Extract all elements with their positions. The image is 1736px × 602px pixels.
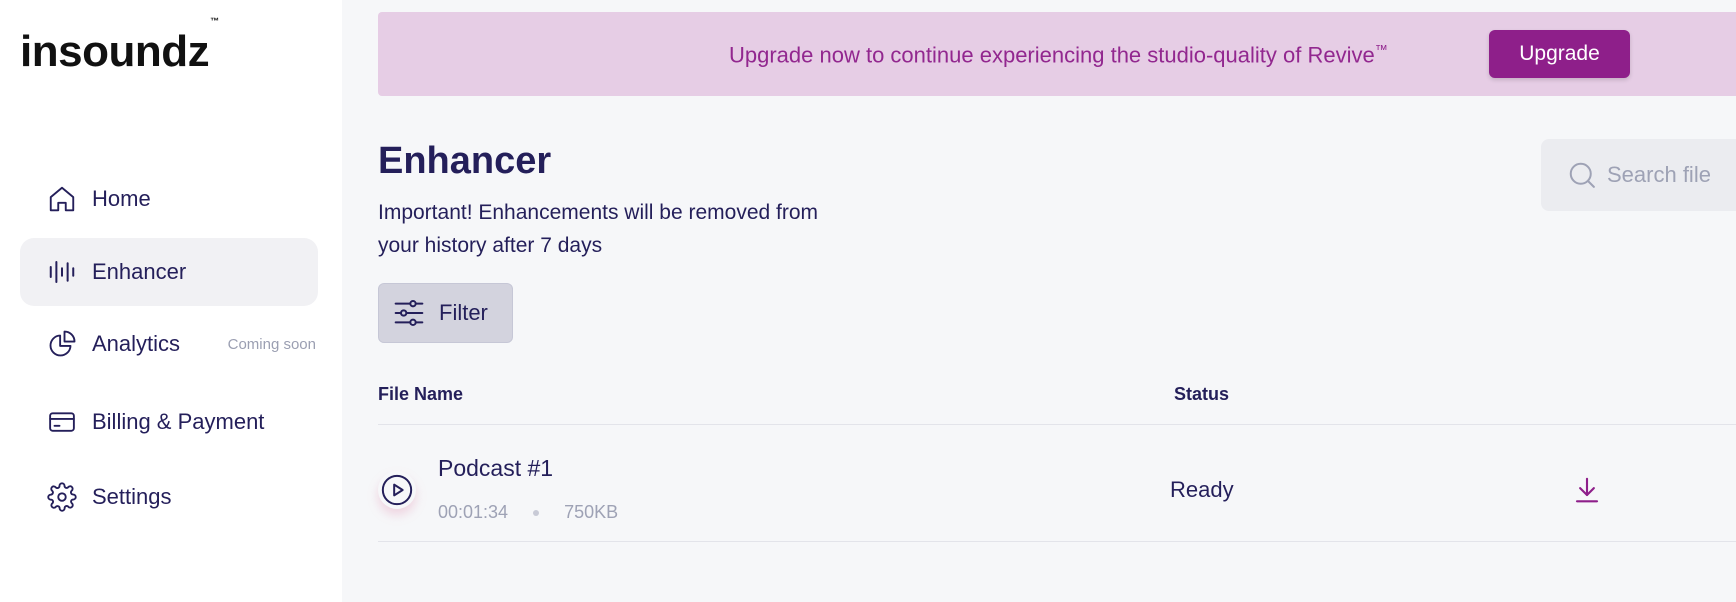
sidebar-item-label: Enhancer [92,259,187,284]
sidebar-item-billing[interactable]: Billing & Payment [20,388,318,456]
banner-message: Upgrade now to continue experiencing the… [729,42,1388,68]
file-meta: 00:01:34 750KB [438,502,618,523]
upgrade-button[interactable]: Upgrade [1489,30,1630,78]
file-size: 750KB [564,502,619,522]
search-box[interactable] [1541,139,1736,211]
sidebar-item-enhancer[interactable]: Enhancer [20,238,318,306]
sidebar-item-label: Settings [92,484,172,509]
banner-text: Upgrade now to continue experiencing the… [729,42,1375,68]
column-header-status[interactable]: Status [1174,384,1229,405]
play-icon [381,474,413,506]
retention-notice: Important! Enhancements will be removed … [378,201,819,257]
file-duration: 00:01:34 [438,502,509,522]
waveform-icon [46,256,78,288]
sidebar-item-label: Analytics [92,331,181,356]
separator-dot [533,509,540,516]
search-input[interactable] [1607,162,1736,188]
sidebar-item-label: Home [92,186,151,211]
home-icon [46,183,78,215]
filter-button[interactable]: Filter [378,283,513,343]
sidebar-item-analytics[interactable]: Analytics Coming soon [20,310,318,378]
column-header-file-name[interactable]: File Name [378,384,463,405]
sidebar-item-label: Billing & Payment [92,409,265,434]
sliders-icon [394,300,424,326]
file-name: Podcast #1 [438,455,554,481]
insoundz-logo[interactable]: insoundz™ [20,17,219,76]
filter-label: Filter [439,300,488,325]
logo-trademark: ™ [210,16,219,27]
download-icon[interactable] [1572,475,1602,505]
page-title: Enhancer [378,140,552,182]
logo-text: insoundz [20,27,210,76]
pie-chart-icon [46,328,78,360]
sidebar-item-home[interactable]: Home [20,165,318,233]
table-row[interactable]: Podcast #1 00:01:34 750KB Ready [378,425,1736,541]
gear-icon [46,481,78,513]
sidebar: insoundz™ Home Enhancer Analytics Coming… [0,0,342,602]
upgrade-banner: Upgrade now to continue experiencing the… [378,12,1736,96]
coming-soon-badge: Coming soon [227,335,316,353]
search-icon [1569,162,1595,188]
status-label: Ready [1170,477,1234,502]
credit-card-icon [46,406,78,438]
play-button[interactable] [378,471,416,509]
banner-trademark: ™ [1374,42,1388,57]
row-divider [378,541,1736,542]
sidebar-item-settings[interactable]: Settings [20,463,318,531]
